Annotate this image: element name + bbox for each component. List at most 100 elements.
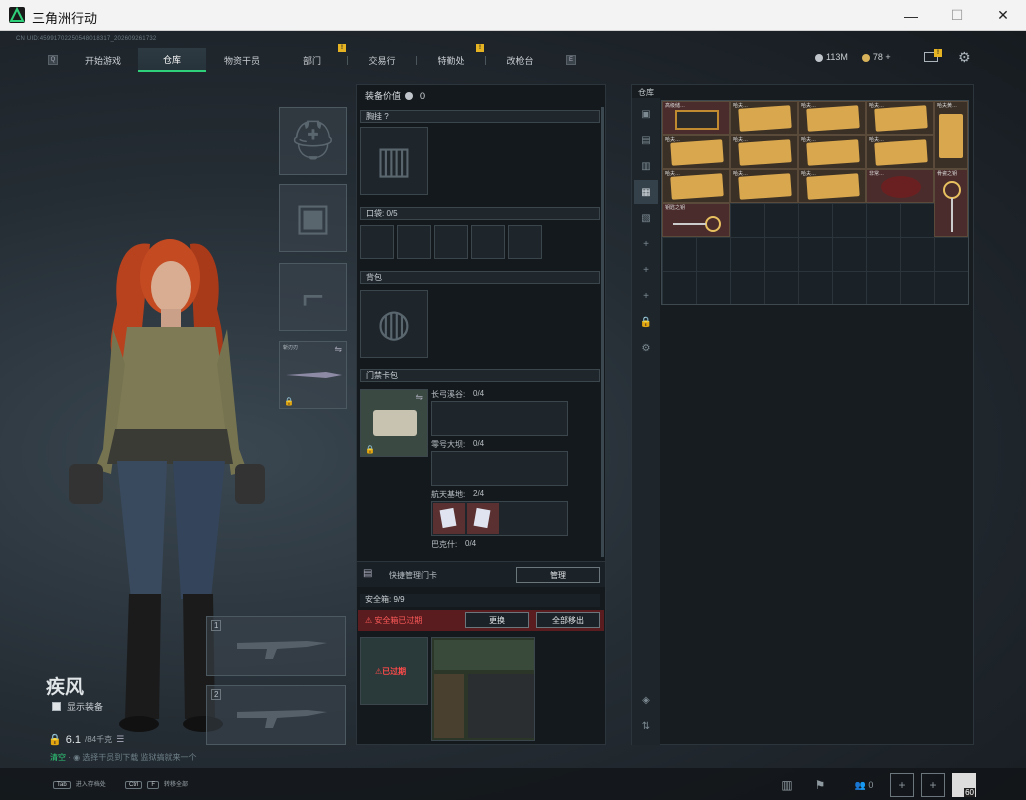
warehouse-item[interactable]: 哈夫… [866, 135, 934, 169]
app-logo-icon [9, 7, 25, 23]
add-tab-icon[interactable]: + [634, 232, 658, 256]
show-equipment-toggle[interactable]: 显示装备 [52, 700, 103, 713]
swap-icon[interactable]: ⇋ [415, 392, 423, 403]
weight-lock-icon: 🔒 [48, 734, 62, 746]
keycard-case-slot[interactable]: ⇋ 🔒 [360, 389, 428, 457]
backpack-header: 背包 [360, 271, 600, 284]
warehouse-grid[interactable]: 高级储… 哈夫… 哈夫… 哈夫… 哈夫黄… 哈夫… 哈夫… 哈夫… 哈夫… 哈夫… [661, 100, 969, 305]
warehouse-tab-2-icon[interactable]: ▤ [634, 128, 658, 152]
armor-icon: ▣ [295, 197, 331, 239]
warehouse-tab-1-icon[interactable]: ▣ [634, 102, 658, 126]
primary-weapon-slot-1[interactable]: 1 [206, 616, 346, 676]
warehouse-item[interactable]: 非常… [866, 169, 934, 203]
safe-box-header: 安全箱: 9/9 [360, 594, 600, 607]
primary-weapon-slot-2[interactable]: 2 [206, 685, 346, 745]
warehouse-item[interactable]: 哈夫… [866, 101, 934, 135]
add-tab-icon[interactable]: + [634, 258, 658, 282]
warehouse-item[interactable]: 哈夫… [662, 169, 730, 203]
warehouse-tab-3-icon[interactable]: ▥ [634, 154, 658, 178]
flag-icon[interactable]: ⚑ [808, 773, 832, 797]
warehouse-item[interactable]: 钥匙之钥 [662, 203, 730, 237]
tab-warehouse[interactable]: 仓库 [138, 48, 206, 72]
settings-icon[interactable]: ⚙ [634, 336, 658, 360]
tab-special-ops[interactable]: 特勤处 [417, 48, 485, 72]
warehouse-panel: 仓库 ▣ ▤ ▥ ▦ ▧ + + + 🔒 ⚙ ◈ ⇅ 高级储… 哈夫… 哈夫… … [631, 84, 974, 745]
warehouse-tab-5-icon[interactable]: ▧ [634, 206, 658, 230]
swap-icon[interactable]: ⇋ [334, 344, 342, 355]
pocket-cell[interactable] [434, 225, 468, 259]
warehouse-item[interactable]: 哈夫… [730, 135, 798, 169]
warehouse-item[interactable]: 哈夫… [662, 135, 730, 169]
pocket-cell[interactable] [508, 225, 542, 259]
stats-icon[interactable]: ▥ [775, 773, 799, 797]
warehouse-item[interactable]: 哈夫… [798, 135, 866, 169]
warehouse-item[interactable]: 骨瓷之钥 [934, 169, 968, 237]
silver-coin-icon [815, 53, 823, 62]
nav-next-key[interactable]: E [566, 55, 576, 65]
keycard-row-cells[interactable] [431, 501, 568, 536]
pocket-cell[interactable] [397, 225, 431, 259]
expired-tag: ⚠已过期 [375, 667, 407, 676]
warehouse-item[interactable]: 哈夫… [798, 169, 866, 203]
item-bag[interactable] [468, 674, 534, 738]
coin-icon [405, 91, 414, 100]
maximize-button[interactable]: ☐ [934, 0, 980, 31]
add-teammate-button[interactable]: + [921, 773, 945, 797]
tab-operators[interactable]: 物资干员 [208, 48, 276, 72]
pocket-cell[interactable] [360, 225, 394, 259]
item-cards[interactable] [434, 640, 534, 670]
warehouse-tab-4-icon[interactable]: ▦ [634, 180, 658, 204]
helmet-icon: ⛑ [288, 120, 338, 162]
lock-icon: 🔒 [284, 397, 294, 406]
warehouse-item[interactable]: 高级储… [662, 101, 730, 135]
warehouse-item[interactable]: 哈夫黄… [934, 101, 968, 169]
warehouse-item[interactable]: 哈夫… [730, 169, 798, 203]
list-icon[interactable]: ☰ [116, 734, 124, 745]
lock-tab-icon[interactable]: 🔒 [634, 310, 658, 334]
manage-button[interactable]: 管理 [516, 567, 600, 583]
tab-gunsmith[interactable]: 改枪台 [486, 48, 554, 72]
layers-icon[interactable]: ◈ [634, 688, 658, 712]
backpack-icon: ◍ [377, 303, 411, 345]
item-case[interactable] [434, 674, 464, 738]
move-all-button[interactable]: 全部移出 [536, 612, 600, 628]
nav-prev-key[interactable]: Q [48, 55, 58, 65]
gold-currency[interactable]: 78 + [861, 52, 891, 62]
tab-start-game[interactable]: 开始游戏 [70, 48, 136, 72]
safe-box-slot[interactable]: ⚠已过期 [360, 637, 428, 705]
knife-icon [286, 372, 342, 378]
keycard-item[interactable] [433, 503, 465, 534]
warehouse-item[interactable]: 哈夫… [730, 101, 798, 135]
safe-box-contents[interactable] [431, 637, 535, 741]
tab-market[interactable]: 交易行 [348, 48, 416, 72]
body-armor-slot[interactable]: ▣ [279, 184, 347, 252]
friends-button[interactable]: 👥 0 [848, 773, 880, 797]
tab-department[interactable]: 部门 [278, 48, 346, 72]
add-teammate-button[interactable]: + [890, 773, 914, 797]
backpack-slot[interactable]: ◍ [360, 290, 428, 358]
scrollbar[interactable] [601, 107, 604, 557]
sort-icon[interactable]: ⇅ [634, 714, 658, 738]
keycard-item[interactable] [467, 503, 499, 534]
bottom-bar: Tab 进入存档处 Ctrl F 转移全部 ▥ ⚑ 👥 0 + + 60 [0, 768, 1026, 800]
add-tab-icon[interactable]: + [634, 284, 658, 308]
keycard-row-cells[interactable] [431, 451, 568, 486]
chest-rig-slot[interactable]: ▥ [360, 127, 428, 195]
settings-gear-icon[interactable]: ⚙ [958, 49, 971, 66]
pocket-cell[interactable] [471, 225, 505, 259]
keycard-case-icon [373, 410, 417, 436]
warehouse-item[interactable]: 哈夫… [798, 101, 866, 135]
keycard-icon: ▤ [363, 568, 373, 579]
replace-button[interactable]: 更换 [465, 612, 529, 628]
close-button[interactable]: ✕ [980, 0, 1026, 31]
melee-slot[interactable]: 斩刃刃 ⇋ 🔒 [279, 341, 347, 409]
currency-bar: 113M 78 + [815, 52, 891, 62]
lock-icon: 🔒 [365, 445, 375, 454]
keycard-row-cells[interactable] [431, 401, 568, 436]
checkbox[interactable] [52, 702, 61, 711]
sidearm-slot[interactable]: ⌐ [279, 263, 347, 331]
player-avatar[interactable]: 60 [952, 773, 976, 797]
tab-hint: Tab 进入存档处 [53, 779, 106, 789]
helmet-slot[interactable]: ⛑ [279, 107, 347, 175]
minimize-button[interactable]: — [888, 0, 934, 31]
